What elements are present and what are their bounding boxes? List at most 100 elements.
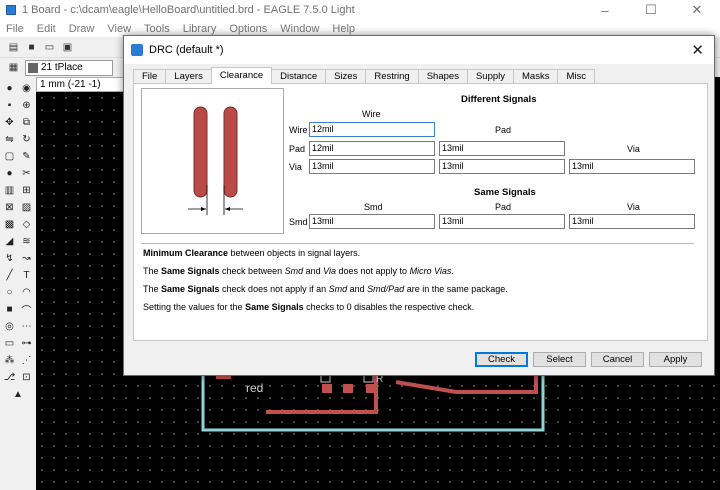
warning-icon[interactable]: ▲ — [11, 387, 25, 402]
arc-icon[interactable]: ◠ — [20, 285, 34, 300]
autorouter-icon[interactable]: ⋰ — [20, 353, 34, 368]
menu-view[interactable]: View — [101, 23, 138, 35]
apply-button[interactable]: Apply — [649, 352, 702, 367]
miter-icon[interactable]: ◇ — [20, 217, 34, 232]
change-icon[interactable]: ✎ — [20, 149, 34, 164]
col-wire-label: Wire — [362, 109, 381, 119]
smd-smd-field[interactable]: 13mil — [309, 214, 435, 229]
layer-select[interactable]: 21 tPlace — [25, 59, 113, 76]
tab-shapes[interactable]: Shapes — [417, 69, 468, 84]
separator — [141, 243, 694, 244]
check-button[interactable]: Check — [475, 352, 528, 367]
tab-file[interactable]: File — [133, 69, 167, 84]
grid-icon[interactable]: ▦ — [6, 60, 21, 75]
dialog-app-icon — [131, 44, 143, 56]
erc-icon[interactable]: ⎇ — [3, 370, 17, 385]
hole-icon[interactable]: ▭ — [3, 336, 17, 351]
route-icon[interactable]: ↯ — [3, 251, 17, 266]
tab-restring[interactable]: Restring — [365, 69, 419, 84]
rotate-icon[interactable]: ↻ — [20, 132, 34, 147]
row-wire-label: Wire — [289, 125, 308, 135]
menu-draw[interactable]: Draw — [63, 23, 102, 35]
col-via-label: Via — [627, 144, 640, 154]
different-signals-heading: Different Signals — [461, 94, 537, 105]
menu-edit[interactable]: Edit — [31, 23, 63, 35]
maximize-button[interactable]: ☐ — [628, 0, 674, 20]
via-pad-field[interactable]: 13mil — [439, 159, 565, 174]
row-smd-label: Smd — [289, 217, 308, 227]
tab-layers[interactable]: Layers — [165, 69, 212, 84]
circle-icon[interactable]: ○ — [3, 285, 17, 300]
tab-clearance[interactable]: Clearance — [210, 67, 273, 84]
optimize-icon[interactable]: ≋ — [20, 234, 34, 249]
split-icon[interactable]: ◢ — [3, 234, 17, 249]
drc-icon[interactable]: ⊡ — [20, 370, 34, 385]
cancel-button[interactable]: Cancel — [591, 352, 644, 367]
via-wire-field[interactable]: 13mil — [309, 159, 435, 174]
smd-via-field[interactable]: 13mil — [569, 214, 695, 229]
tab-sizes[interactable]: Sizes — [325, 69, 367, 84]
ripup-icon[interactable]: ↝ — [20, 251, 34, 266]
menu-library[interactable]: Library — [177, 23, 224, 35]
row-pad-label: Pad — [289, 144, 306, 154]
dialog-title: DRC (default *) — [149, 44, 224, 56]
left-toolbar: ● ◉ ▪ ⊕ ✥ ⧉ ⇋ ↻ ▢ ✎ ● ✂ ▥ ⊞ ⊠ ▨ ▩ ◇ ◢ ≋ ↯ ↝ ╱ T ○ ◠ ■… — [0, 77, 36, 490]
info-line-2: The Same Signals check between Smd and V… — [143, 266, 454, 276]
cut-icon[interactable]: ✂ — [20, 166, 34, 181]
polygon-icon[interactable]: ⌒ — [20, 302, 34, 317]
smash-icon[interactable]: ▩ — [3, 217, 17, 232]
menu-window[interactable]: Window — [274, 23, 326, 35]
minimize-button[interactable]: – — [582, 0, 628, 20]
tab-masks[interactable]: Masks — [513, 69, 559, 84]
info-icon[interactable]: ● — [3, 81, 17, 96]
wire-wire-field[interactable]: 12mil — [309, 122, 435, 137]
group-icon[interactable]: ▢ — [3, 149, 17, 164]
ratsnest-icon[interactable]: ⁂ — [3, 353, 17, 368]
cam-icon[interactable]: ▣ — [60, 40, 75, 55]
open-icon[interactable]: ▤ — [6, 40, 21, 55]
copy-icon[interactable]: ⧉ — [20, 115, 34, 130]
smd-pad — [322, 384, 332, 393]
dialog-titlebar: DRC (default *) ✕ — [124, 36, 714, 64]
clearance-diagram — [188, 106, 243, 215]
dialog-close-button[interactable]: ✕ — [691, 41, 704, 59]
pad-wire-field[interactable]: 12mil — [309, 141, 435, 156]
smd-pad — [343, 384, 353, 393]
pad-pad-field[interactable]: 13mil — [439, 141, 565, 156]
replace-icon[interactable]: ⊠ — [3, 200, 17, 215]
smd-pad-field[interactable]: 13mil — [439, 214, 565, 229]
print-icon[interactable]: ▭ — [42, 40, 57, 55]
wire-icon[interactable]: ╱ — [3, 268, 17, 283]
row-via-label: Via — [289, 162, 302, 172]
add-icon[interactable]: ⊞ — [20, 183, 34, 198]
window-title: 1 Board - c:\dcam\eagle\HelloBoard\untit… — [22, 4, 355, 16]
delete-icon[interactable]: ▥ — [3, 183, 17, 198]
eagle-app-icon — [6, 5, 16, 15]
tab-misc[interactable]: Misc — [557, 69, 595, 84]
eye-icon[interactable]: ◉ — [20, 81, 34, 96]
save-icon[interactable]: ■ — [24, 40, 39, 55]
rect-icon[interactable]: ■ — [3, 302, 17, 317]
lock-icon[interactable]: ▨ — [20, 200, 34, 215]
menu-tools[interactable]: Tools — [138, 23, 177, 35]
text-icon[interactable]: T — [20, 268, 34, 283]
close-button[interactable]: ✕ — [674, 0, 720, 20]
dialog-tabs: File Layers Clearance Distance Sizes Res… — [133, 67, 595, 84]
info-line-3: The Same Signals check does not apply if… — [143, 284, 508, 294]
mark-icon[interactable]: ⊕ — [20, 98, 34, 113]
select-button[interactable]: Select — [533, 352, 586, 367]
menu-help[interactable]: Help — [326, 23, 362, 35]
display-icon[interactable]: ▪ — [3, 98, 17, 113]
paste-icon[interactable]: ● — [3, 166, 17, 181]
mirror-icon[interactable]: ⇋ — [3, 132, 17, 147]
smd-pad — [366, 384, 376, 393]
move-icon[interactable]: ✥ — [3, 115, 17, 130]
menu-options[interactable]: Options — [223, 23, 274, 35]
via-via-field[interactable]: 13mil — [569, 159, 695, 174]
attribute-icon[interactable]: ⊶ — [20, 336, 34, 351]
tab-supply[interactable]: Supply — [466, 69, 515, 84]
signal-icon[interactable]: ⋯ — [20, 319, 34, 334]
tab-distance[interactable]: Distance — [271, 69, 327, 84]
menu-file[interactable]: File — [0, 23, 31, 35]
via-icon[interactable]: ◎ — [3, 319, 17, 334]
